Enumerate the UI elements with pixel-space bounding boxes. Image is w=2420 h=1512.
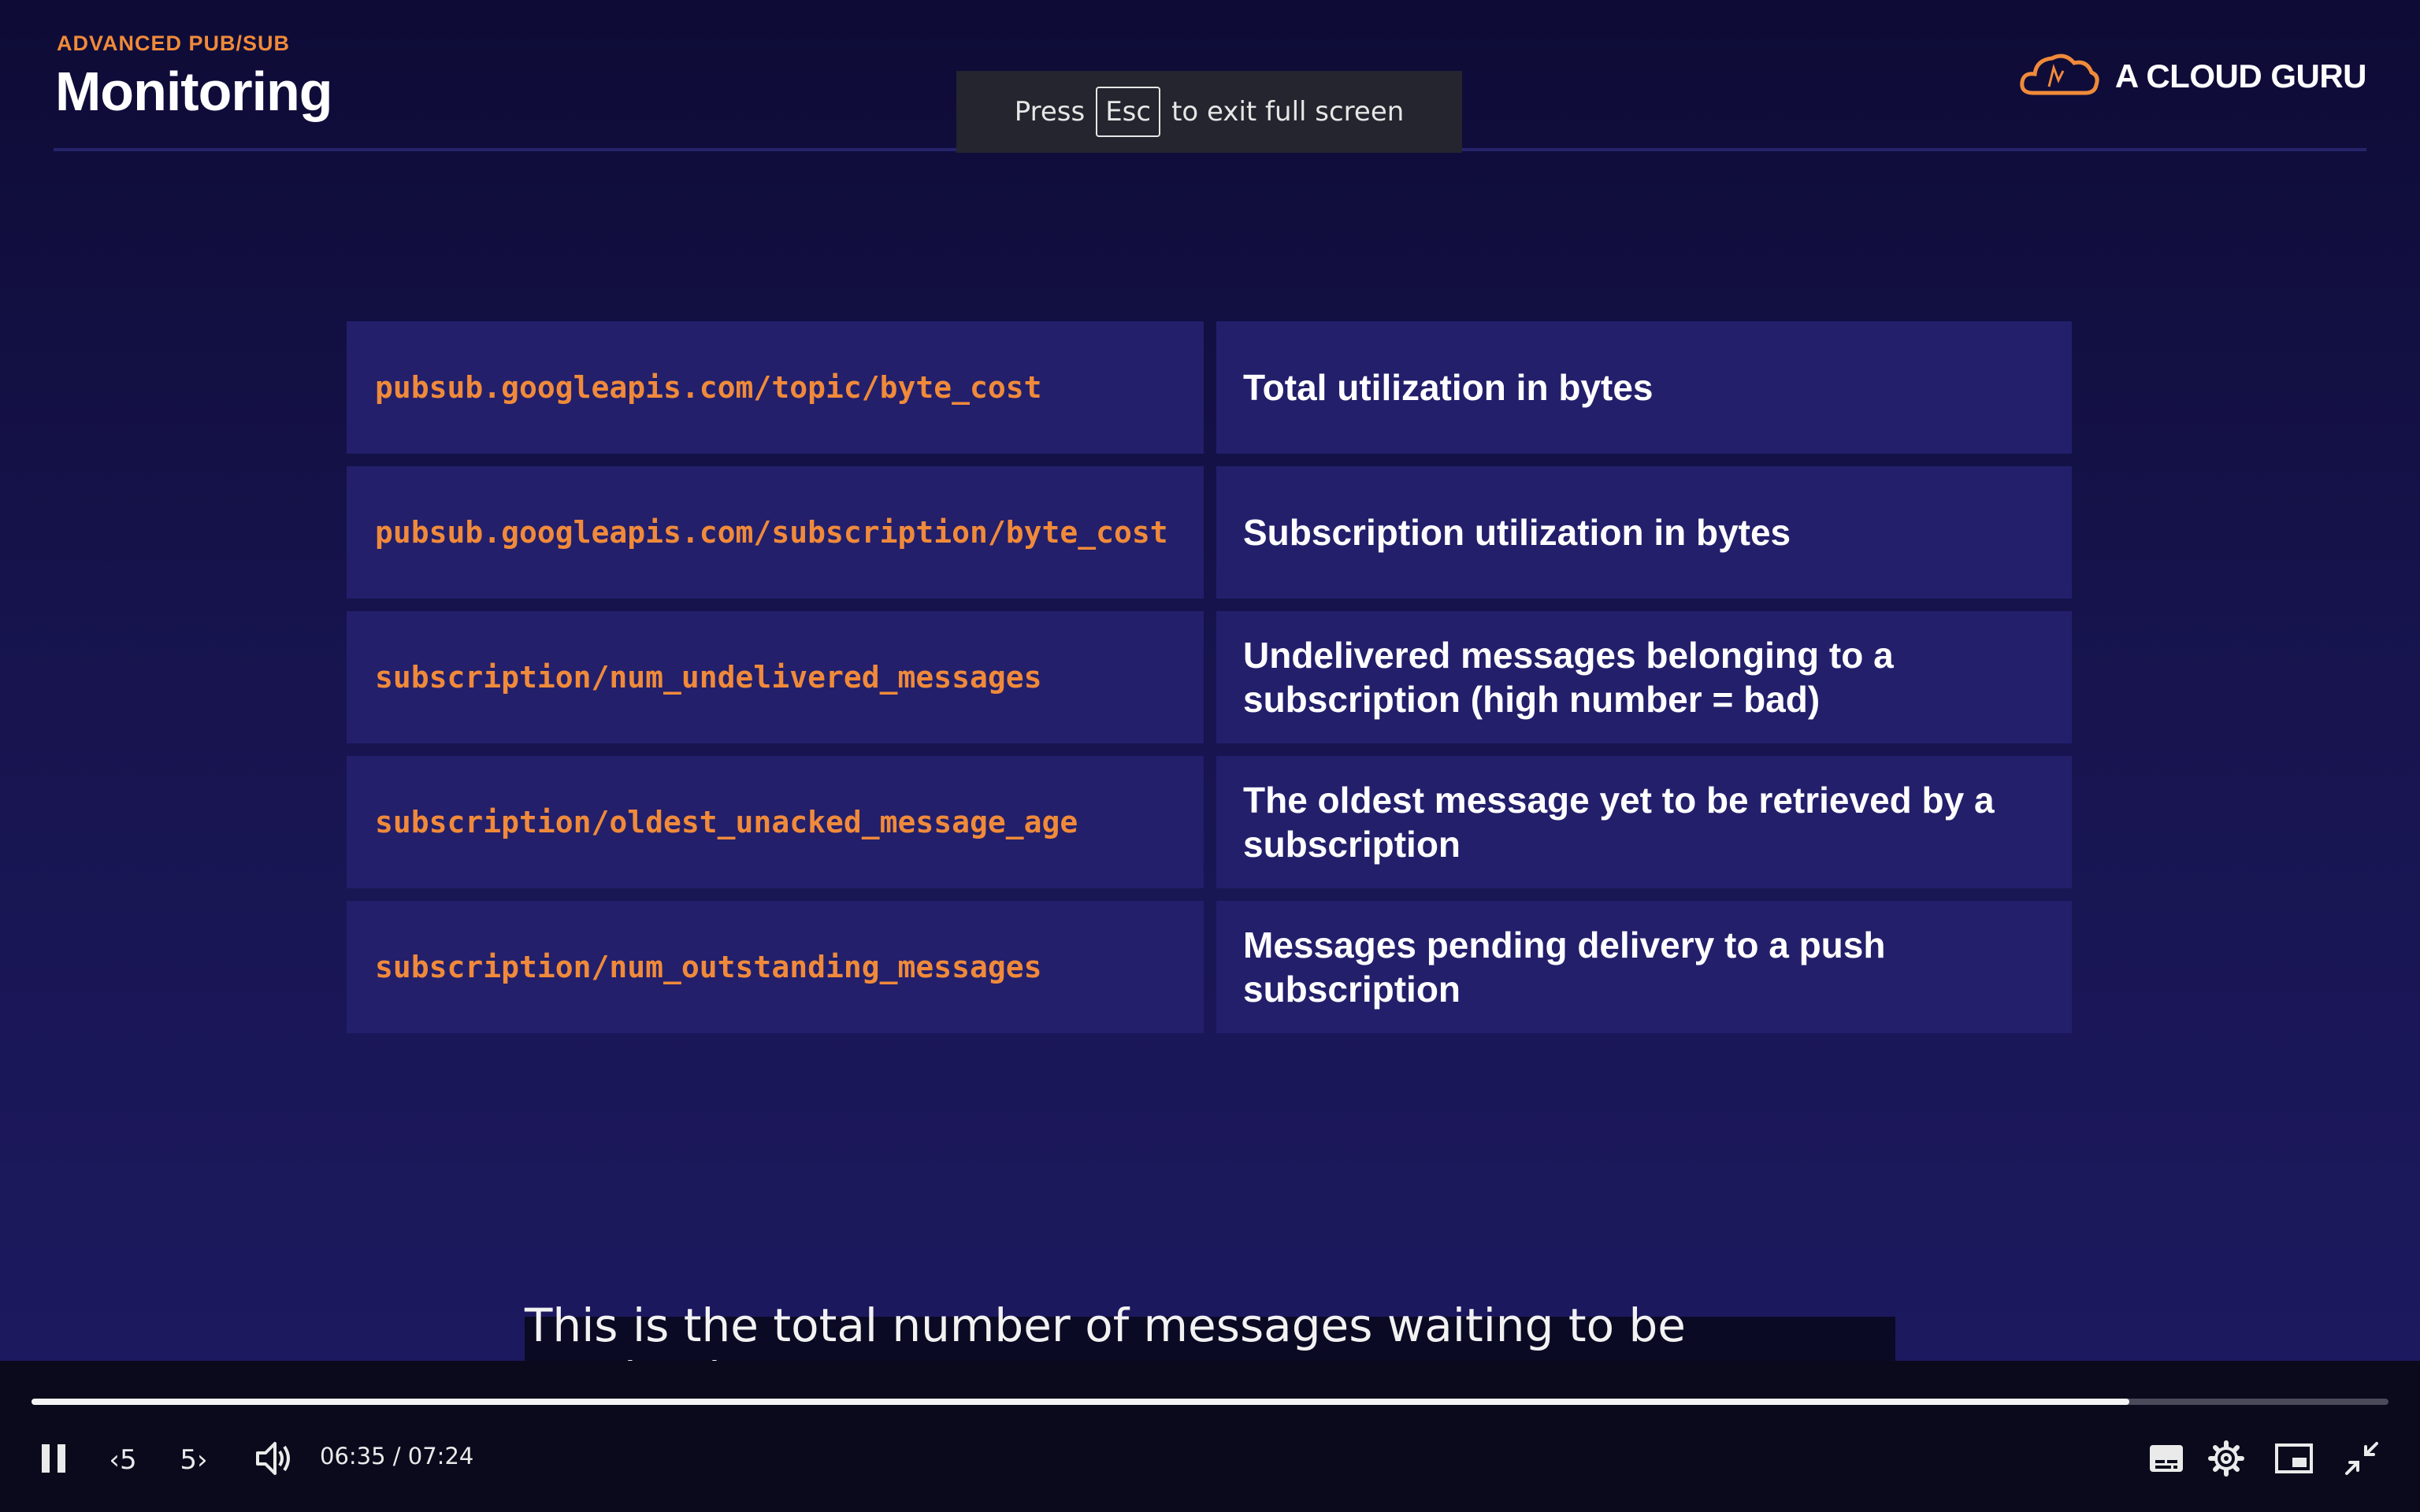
settings-button[interactable] — [2204, 1438, 2248, 1482]
exit-fullscreen-icon — [2344, 1440, 2380, 1480]
brand-name: A CLOUD GURU — [2114, 57, 2367, 94]
banner-suffix: to exit full screen — [1171, 96, 1405, 128]
picture-in-picture-button[interactable] — [2272, 1440, 2316, 1480]
table-row: subscription/oldest_unacked_message_age … — [347, 756, 2072, 888]
cloud-logo-icon — [2017, 49, 2099, 103]
playback-time: 06:35 / 07:24 — [320, 1443, 474, 1469]
metric-description: Subscription utilization in bytes — [1216, 466, 2072, 598]
picture-in-picture-icon — [2275, 1443, 2313, 1477]
slide-eyebrow: ADVANCED PUB/SUB — [57, 32, 291, 55]
metric-name: pubsub.googleapis.com/subscription/byte_… — [347, 466, 1204, 598]
settings-icon — [2208, 1440, 2244, 1480]
volume-icon — [254, 1440, 294, 1480]
metrics-table: pubsub.googleapis.com/topic/byte_cost To… — [347, 321, 2072, 1046]
metric-description: Undelivered messages belonging to a subs… — [1216, 611, 2072, 743]
exit-fullscreen-button[interactable] — [2340, 1438, 2384, 1482]
rewind-5-icon: ‹ — [109, 1444, 120, 1476]
fullscreen-exit-banner: Press Esc to exit full screen — [956, 71, 1462, 153]
metric-description: Messages pending delivery to a push subs… — [1216, 901, 2072, 1033]
forward-label: 5 — [180, 1444, 198, 1476]
rewind-5-button[interactable]: ‹ 5 — [99, 1440, 147, 1480]
metric-description: Total utilization in bytes — [1216, 321, 2072, 454]
progress-bar[interactable] — [32, 1399, 2388, 1405]
metric-name: pubsub.googleapis.com/topic/byte_cost — [347, 321, 1204, 454]
rewind-label: 5 — [119, 1444, 137, 1476]
esc-key: Esc — [1096, 87, 1161, 137]
subtitles-button[interactable] — [2146, 1440, 2187, 1480]
forward-5-icon: › — [197, 1444, 208, 1476]
table-row: pubsub.googleapis.com/subscription/byte_… — [347, 466, 2072, 598]
pause-icon — [40, 1443, 67, 1478]
table-row: subscription/num_undelivered_messages Un… — [347, 611, 2072, 743]
metric-name: subscription/oldest_unacked_message_age — [347, 756, 1204, 888]
brand-logo: A CLOUD GURU — [2017, 49, 2367, 103]
slide: ADVANCED PUB/SUB Monitoring A CLOUD GURU… — [0, 0, 2420, 1361]
subtitles-icon — [2149, 1444, 2184, 1477]
pause-button[interactable] — [36, 1440, 71, 1480]
metric-name: subscription/num_undelivered_messages — [347, 611, 1204, 743]
volume-button[interactable] — [252, 1438, 296, 1482]
table-row: subscription/num_outstanding_messages Me… — [347, 901, 2072, 1033]
player-controls: ‹ 5 5 › 06:35 / 07:24 — [0, 1361, 2420, 1512]
banner-prefix: Press — [1014, 96, 1086, 128]
forward-5-button[interactable]: 5 › — [170, 1440, 217, 1480]
table-row: pubsub.googleapis.com/topic/byte_cost To… — [347, 321, 2072, 454]
metric-name: subscription/num_outstanding_messages — [347, 901, 1204, 1033]
slide-title: Monitoring — [55, 61, 333, 122]
metric-description: The oldest message yet to be retrieved b… — [1216, 756, 2072, 888]
progress-fill — [32, 1399, 2129, 1405]
